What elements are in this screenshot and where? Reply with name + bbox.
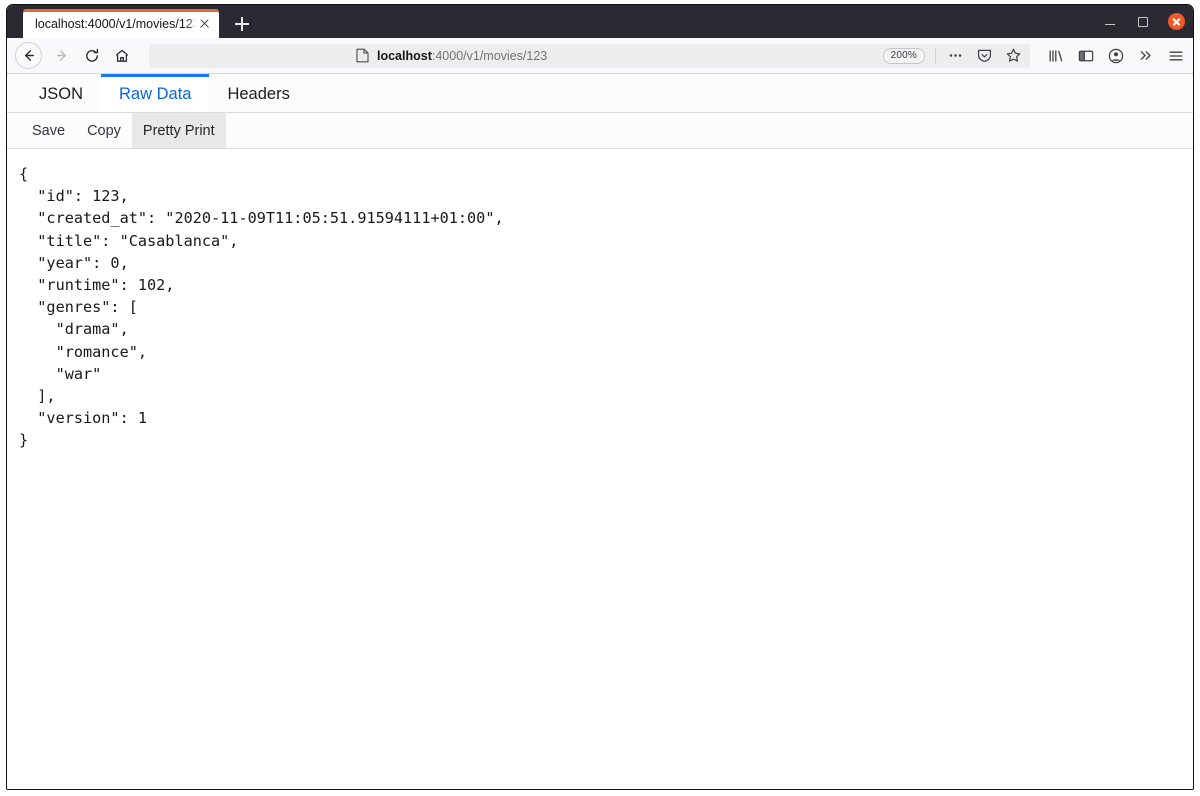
tab-raw-data[interactable]: Raw Data bbox=[101, 74, 210, 112]
forward-button[interactable] bbox=[47, 42, 77, 70]
url-path: :4000/v1/movies/123 bbox=[431, 48, 548, 63]
browser-window: localhost:4000/v1/movies/123 localhost:4… bbox=[6, 4, 1194, 790]
close-window-icon[interactable] bbox=[1168, 13, 1185, 30]
reader-shield-icon[interactable] bbox=[975, 46, 994, 65]
bookmark-star-icon[interactable] bbox=[1004, 46, 1023, 65]
copy-label: Copy bbox=[87, 122, 121, 139]
save-label: Save bbox=[32, 122, 66, 139]
navigation-toolbar: localhost:4000/v1/movies/123 200% bbox=[7, 38, 1193, 74]
tab-headers-label: Headers bbox=[227, 85, 290, 103]
url-host: localhost bbox=[377, 48, 432, 63]
zoom-level-badge[interactable]: 200% bbox=[882, 47, 925, 64]
save-button[interactable]: Save bbox=[21, 113, 76, 148]
sidebar-icon[interactable] bbox=[1076, 46, 1095, 65]
account-icon[interactable] bbox=[1106, 46, 1125, 65]
raw-json-text: { "id": 123, "created_at": "2020-11-09T1… bbox=[19, 165, 504, 450]
ellipsis-icon[interactable] bbox=[946, 46, 965, 65]
json-viewer-toolbar: Save Copy Pretty Print bbox=[7, 113, 1193, 149]
tab-title: localhost:4000/v1/movies/123 bbox=[35, 16, 194, 31]
back-button[interactable] bbox=[15, 42, 42, 69]
tab-raw-data-label: Raw Data bbox=[119, 85, 192, 103]
copy-button[interactable]: Copy bbox=[76, 113, 132, 148]
home-button[interactable] bbox=[107, 42, 137, 70]
pretty-print-button[interactable]: Pretty Print bbox=[131, 113, 226, 148]
new-tab-button[interactable] bbox=[226, 9, 258, 38]
minimize-icon[interactable] bbox=[1102, 14, 1118, 30]
url-bar-actions: 200% bbox=[882, 46, 1023, 65]
raw-data-panel: { "id": 123, "created_at": "2020-11-09T1… bbox=[7, 149, 1193, 789]
toolbar-divider bbox=[935, 47, 936, 64]
tab-active-accent bbox=[23, 9, 219, 12]
tab-json[interactable]: JSON bbox=[21, 74, 101, 112]
tab-strip: localhost:4000/v1/movies/123 bbox=[7, 5, 1193, 38]
url-text: localhost:4000/v1/movies/123 bbox=[377, 49, 547, 63]
reload-button[interactable] bbox=[77, 42, 107, 70]
maximize-icon[interactable] bbox=[1135, 14, 1151, 30]
browser-actions bbox=[1036, 46, 1185, 65]
tab-headers[interactable]: Headers bbox=[209, 74, 307, 112]
url-bar[interactable]: localhost:4000/v1/movies/123 200% bbox=[149, 43, 1030, 68]
pretty-print-label: Pretty Print bbox=[142, 122, 215, 139]
close-tab-icon[interactable] bbox=[196, 15, 213, 32]
hamburger-menu-icon[interactable] bbox=[1166, 46, 1185, 65]
json-viewer-tabs: JSON Raw Data Headers bbox=[7, 74, 1193, 113]
overflow-chevrons-icon[interactable] bbox=[1136, 46, 1155, 65]
page-icon bbox=[356, 48, 369, 63]
browser-tab-active[interactable]: localhost:4000/v1/movies/123 bbox=[23, 9, 219, 38]
tab-json-label: JSON bbox=[39, 85, 84, 103]
library-icon[interactable] bbox=[1046, 46, 1065, 65]
url-bar-content: localhost:4000/v1/movies/123 bbox=[156, 48, 883, 63]
window-controls bbox=[1102, 5, 1185, 38]
